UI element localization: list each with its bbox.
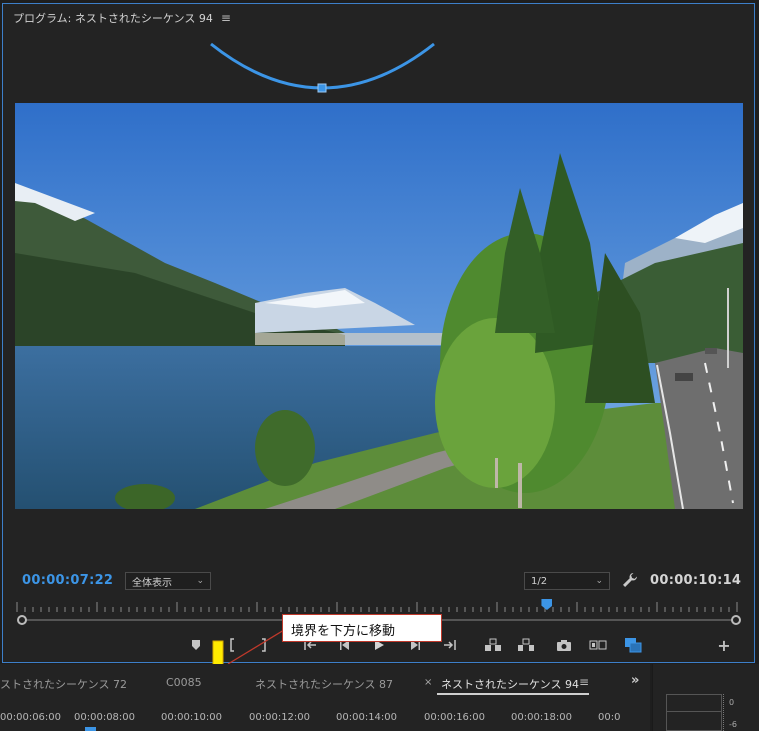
playback-resolution-select[interactable]: 1/2 ⌄ bbox=[524, 572, 610, 590]
hamburger-icon[interactable]: ≡ bbox=[221, 11, 231, 25]
zoom-level-value: 全体表示 bbox=[132, 577, 172, 589]
chevron-down-icon: ⌄ bbox=[595, 576, 603, 586]
tab-sequence-94[interactable]: ネストされたシーケンス 94 bbox=[441, 676, 579, 692]
timeline-playhead[interactable] bbox=[85, 727, 96, 731]
scrollbar-left-handle[interactable] bbox=[17, 615, 27, 625]
zoom-level-select[interactable]: 全体表示 ⌄ bbox=[125, 572, 211, 590]
close-icon[interactable]: × bbox=[424, 677, 432, 688]
ruler-label: 00:00:16:00 bbox=[424, 712, 486, 723]
tab-c0085[interactable]: C0085 bbox=[166, 676, 202, 689]
go-to-out-icon[interactable] bbox=[440, 636, 460, 654]
ruler-label: 00:00:10:00 bbox=[161, 712, 223, 723]
rotation-arc-handle[interactable] bbox=[205, 40, 440, 100]
hamburger-icon[interactable]: ≡ bbox=[579, 675, 589, 689]
playback-resolution-value: 1/2 bbox=[531, 575, 548, 587]
panel-title: プログラム: ネストされたシーケンス 94 bbox=[13, 12, 213, 25]
meter-divider bbox=[666, 711, 722, 712]
add-button-icon[interactable]: + bbox=[714, 636, 734, 655]
audio-meter-panel: 0 -6 bbox=[652, 664, 759, 731]
monitor-time-ruler[interactable] bbox=[15, 600, 743, 614]
ruler-label: 00:00:14:00 bbox=[336, 712, 398, 723]
lift-icon[interactable] bbox=[483, 636, 503, 654]
timeline-ruler[interactable]: 00:00:06:00 00:00:08:00 00:00:10:00 00:0… bbox=[0, 712, 650, 731]
active-tab-underline bbox=[437, 693, 589, 695]
audio-meter bbox=[666, 694, 722, 731]
annotation-callout: 境界を下方に移動 bbox=[282, 614, 442, 642]
ruler-label: 00:00:06:00 bbox=[0, 712, 62, 723]
timeline-panel: ストされたシーケンス 72 C0085 ネストされたシーケンス 87 × ネスト… bbox=[0, 664, 650, 731]
comparison-view-icon[interactable] bbox=[588, 636, 608, 654]
current-timecode[interactable]: 00:00:07:22 bbox=[22, 573, 113, 588]
tab-sequence-87[interactable]: ネストされたシーケンス 87 bbox=[255, 676, 393, 692]
db-label: 0 bbox=[729, 698, 735, 707]
panel-header: プログラム: ネストされたシーケンス 94 ≡ bbox=[13, 10, 231, 26]
rotation-handle[interactable] bbox=[317, 83, 327, 93]
duration-timecode: 00:00:10:14 bbox=[650, 573, 742, 588]
proxy-toggle-icon[interactable] bbox=[623, 636, 643, 654]
more-tabs-icon[interactable]: » bbox=[631, 673, 639, 688]
extract-icon[interactable] bbox=[516, 636, 536, 654]
callout-pointer-line bbox=[227, 629, 285, 665]
db-label: -6 bbox=[729, 720, 737, 729]
ruler-label: 00:00:18:00 bbox=[511, 712, 573, 723]
chevron-down-icon: ⌄ bbox=[196, 576, 204, 586]
ruler-label: 00:00:08:00 bbox=[74, 712, 136, 723]
video-frame[interactable] bbox=[15, 103, 743, 509]
timeline-tabs: ストされたシーケンス 72 C0085 ネストされたシーケンス 87 × ネスト… bbox=[0, 664, 650, 700]
ruler-label: 00:00:12:00 bbox=[249, 712, 311, 723]
wrench-icon[interactable] bbox=[621, 571, 639, 589]
scrollbar-right-handle[interactable] bbox=[731, 615, 741, 625]
meter-scale bbox=[723, 694, 726, 731]
tab-sequence-72[interactable]: ストされたシーケンス 72 bbox=[0, 676, 127, 692]
ruler-label: 00:0 bbox=[598, 712, 621, 723]
add-marker-icon[interactable] bbox=[186, 636, 206, 654]
export-frame-icon[interactable] bbox=[554, 636, 574, 654]
